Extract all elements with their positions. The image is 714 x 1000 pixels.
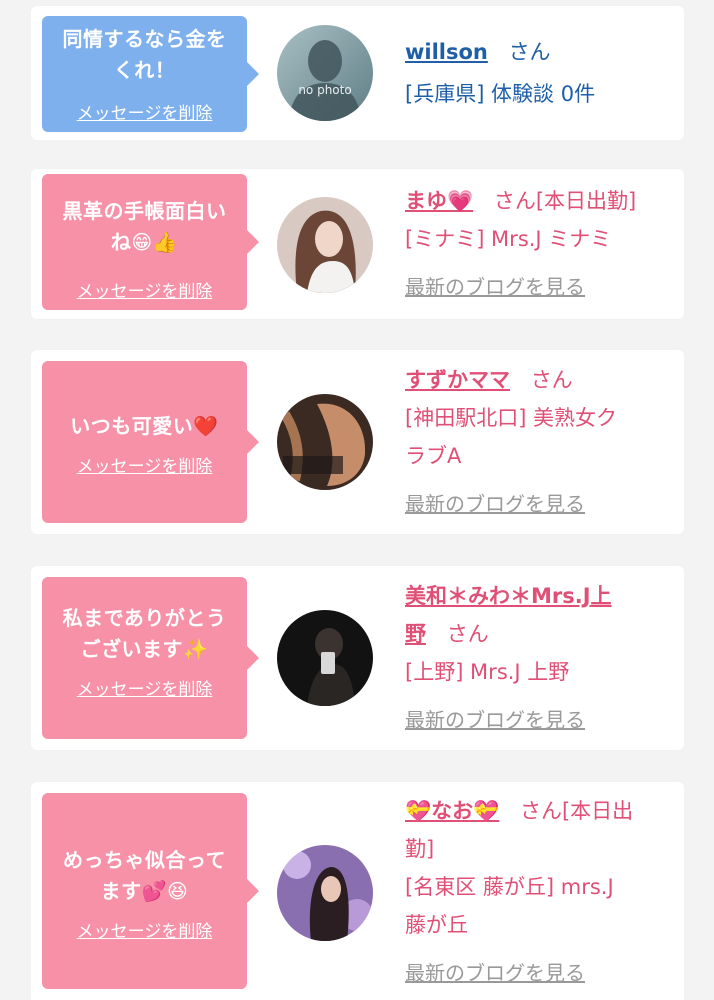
- user-name-line: 💝なお💝 さん[本日出 勤]: [405, 792, 677, 868]
- avatar[interactable]: [277, 197, 373, 293]
- message-text: めっちゃ似合って ます💕😆: [63, 848, 226, 903]
- delete-message-link[interactable]: メッセージを削除: [77, 99, 213, 124]
- user-info: まゆ💗 さん[本日出勤] [ミナミ] Mrs.J ミナミ 最新のブログを見る: [405, 182, 677, 306]
- user-name-line: すずかママ さん: [405, 361, 677, 399]
- message-text: いつも可愛い❤️: [70, 414, 219, 438]
- latest-blog-link[interactable]: 最新のブログを見る: [405, 701, 677, 739]
- message-text: 同情するなら金を くれ！: [62, 27, 227, 82]
- user-name-line: willson さん: [405, 33, 677, 71]
- message-list: 同情するなら金を くれ！ メッセージを削除 no photo willson さ…: [0, 0, 714, 1000]
- latest-blog-link[interactable]: 最新のブログを見る: [405, 485, 677, 523]
- user-detail: [兵庫県] 体験談 0件: [405, 82, 596, 106]
- user-detail: [ミナミ] Mrs.J ミナミ: [405, 227, 612, 251]
- message-card: 同情するなら金を くれ！ メッセージを削除 no photo willson さ…: [31, 6, 684, 140]
- avatar[interactable]: [277, 394, 373, 490]
- delete-message-link[interactable]: メッセージを削除: [77, 277, 213, 302]
- message-card: 私までありがとう ございます✨ メッセージを削除 美和＊みわ＊Mrs.J上野 さん…: [31, 566, 684, 750]
- avatar[interactable]: [277, 610, 373, 706]
- profile-photo-icon: [277, 845, 373, 941]
- delete-message-link[interactable]: メッセージを削除: [77, 917, 213, 942]
- delete-message-link[interactable]: メッセージを削除: [77, 452, 213, 477]
- message-bubble: いつも可愛い❤️ メッセージを削除: [42, 361, 259, 523]
- honorific: さん[本日出勤]: [493, 189, 637, 213]
- user-detail: [神田駅北口] 美熟女ク ラブA: [405, 406, 618, 468]
- honorific: さん: [446, 622, 489, 646]
- user-detail: [名東区 藤が丘] mrs.J 藤が丘: [405, 875, 614, 937]
- message-card: 黒革の手帳面白い ね😁👍 メッセージを削除 まゆ💗 さん[本日出勤] [ミナミ] …: [31, 169, 684, 319]
- message-text: 黒革の手帳面白い ね😁👍: [62, 199, 227, 254]
- user-name-link[interactable]: 💝なお💝: [405, 799, 499, 823]
- latest-blog-link[interactable]: 最新のブログを見る: [405, 268, 677, 306]
- no-photo-silhouette-icon: [277, 25, 373, 121]
- profile-photo-icon: [277, 610, 373, 706]
- user-detail: [上野] Mrs.J 上野: [405, 660, 570, 684]
- profile-photo-icon: [277, 197, 373, 293]
- user-name-line: まゆ💗 さん[本日出勤]: [405, 182, 677, 220]
- message-card: いつも可愛い❤️ メッセージを削除 すずかママ さん [神田駅北口] 美熟女クラ…: [31, 350, 684, 534]
- message-card: めっちゃ似合って ます💕😆 メッセージを削除 💝なお💝 さん[本日出 勤] [名東区…: [31, 782, 684, 1000]
- message-bubble: めっちゃ似合って ます💕😆 メッセージを削除: [42, 793, 259, 989]
- user-name-link[interactable]: willson: [405, 40, 488, 64]
- message-bubble: 同情するなら金を くれ！ メッセージを削除: [42, 16, 259, 132]
- user-info: 💝なお💝 さん[本日出 勤] [名東区 藤が丘] mrs.J 藤が丘 最新のブログを…: [405, 792, 677, 992]
- user-info: 美和＊みわ＊Mrs.J上野 さん [上野] Mrs.J 上野 最新のブログを見る: [405, 577, 677, 739]
- user-name-link[interactable]: まゆ💗: [405, 189, 473, 213]
- user-name-link[interactable]: すずかママ: [405, 368, 510, 392]
- message-bubble: 黒革の手帳面白い ね😁👍 メッセージを削除: [42, 174, 259, 310]
- user-info: willson さん [兵庫県] 体験談 0件: [405, 33, 677, 113]
- honorific: さん: [508, 40, 551, 64]
- user-info: すずかママ さん [神田駅北口] 美熟女ク ラブA 最新のブログを見る: [405, 361, 677, 523]
- no-photo-label: no photo: [298, 83, 352, 97]
- message-text: 私までありがとう ございます✨: [62, 606, 227, 661]
- user-name-link[interactable]: 美和＊みわ＊Mrs.J上野: [405, 584, 612, 646]
- honorific: さん: [530, 368, 573, 392]
- latest-blog-link[interactable]: 最新のブログを見る: [405, 954, 677, 992]
- user-name-line: 美和＊みわ＊Mrs.J上野 さん: [405, 577, 677, 653]
- avatar[interactable]: no photo: [277, 25, 373, 121]
- profile-photo-icon: [277, 394, 373, 490]
- avatar[interactable]: [277, 845, 373, 941]
- message-bubble: 私までありがとう ございます✨ メッセージを削除: [42, 577, 259, 739]
- delete-message-link[interactable]: メッセージを削除: [77, 675, 213, 700]
